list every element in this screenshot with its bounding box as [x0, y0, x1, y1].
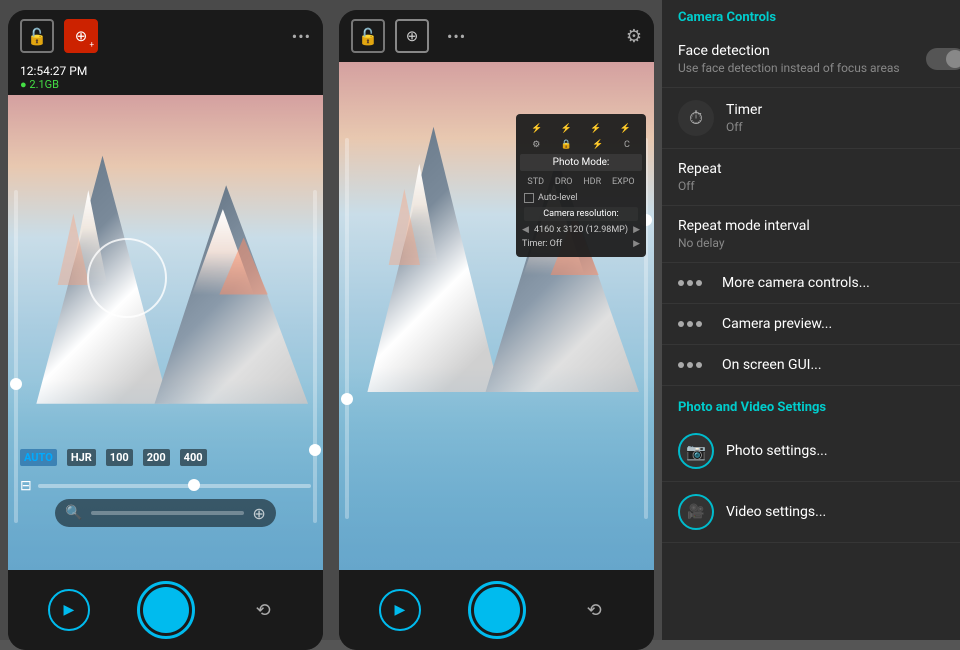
dropdown-tabs: ⚡ ⚡ ⚡ ⚡ — [516, 120, 646, 138]
zoom-slider[interactable] — [91, 511, 245, 515]
zoom-bar[interactable]: 🔍 ⊕ — [55, 499, 276, 527]
resolution-row[interactable]: ◀ 4160 x 3120 (12.98MP) ▶ — [516, 223, 646, 237]
exposure-icon-2[interactable]: ⊕ — [395, 19, 429, 53]
face-detection-text: Face detection Use face detection instea… — [678, 43, 914, 75]
top-bar-1: 🔓 ⊕ + ••• — [8, 10, 323, 62]
video-settings-item[interactable]: 🎥 Video settings... — [662, 482, 960, 543]
iso-bar: AUTO HJR 100 200 400 — [8, 449, 323, 466]
more-controls-dots — [678, 280, 702, 286]
shutter-inner-1 — [143, 587, 189, 633]
repeat-text: Repeat Off — [678, 161, 960, 193]
camera-resolution-label: Camera resolution: — [524, 207, 638, 221]
repeat-title: Repeat — [678, 161, 960, 177]
zoom-in-icon: ⊕ — [252, 504, 265, 523]
timer-text: Timer Off — [726, 102, 960, 134]
exposure-left-icon: ⊟ — [20, 478, 32, 494]
photo-settings-icon: 📷 — [678, 433, 714, 469]
vert-thumb-2-left[interactable] — [341, 393, 353, 405]
section-header-photo-video: Photo and Video Settings — [662, 386, 960, 421]
exposure-slider[interactable] — [38, 484, 311, 488]
settings-panel: Camera Controls Face detection Use face … — [662, 0, 960, 640]
auto-level-row[interactable]: Auto-level — [516, 191, 646, 205]
more-icon-1[interactable]: ••• — [292, 27, 311, 46]
vert-slider-2-left[interactable] — [345, 138, 349, 519]
focus-circle — [87, 238, 167, 318]
dropdown-mode-tabs[interactable]: STD DRO HDR EXPO — [516, 173, 646, 191]
photo-settings-label[interactable]: Photo settings... — [726, 443, 828, 459]
iso-100[interactable]: 100 — [106, 449, 133, 466]
iso-hjr[interactable]: HJR — [67, 449, 96, 466]
camera-view-1[interactable]: AUTO HJR 100 200 400 ⊟ 🔍 ⊕ — [8, 95, 323, 570]
timer-icon: ⏱ — [678, 100, 714, 136]
camera-preview-label[interactable]: Camera preview... — [722, 316, 832, 332]
exposure-icon-1[interactable]: ⊕ + — [64, 19, 98, 53]
top-bar-2: 🔓 ⊕ ••• ⚙ — [339, 10, 654, 62]
shutter-button-1[interactable] — [137, 581, 195, 639]
time-display: 12:54:27 PM — [20, 64, 311, 78]
shutter-inner-2 — [474, 587, 520, 633]
resolution-value: 4160 x 3120 (12.98MP) — [534, 225, 628, 235]
on-screen-gui-item[interactable]: On screen GUI... — [662, 345, 960, 386]
timer-title: Timer — [726, 102, 960, 118]
iso-200[interactable]: 200 — [143, 449, 170, 466]
repeat-interval-value: No delay — [678, 236, 960, 250]
more-controls-item[interactable]: More camera controls... — [662, 263, 960, 304]
photo-settings-item[interactable]: 📷 Photo settings... — [662, 421, 960, 482]
repeat-interval-title: Repeat mode interval — [678, 218, 960, 234]
face-detection-subtitle: Use face detection instead of focus area… — [678, 61, 914, 75]
lock-icon-2[interactable]: 🔓 — [351, 19, 385, 53]
phone-panel-2: 🔓 ⊕ ••• ⚙ — [339, 10, 654, 650]
camera-view-2[interactable]: ⚡ ⚡ ⚡ ⚡ ⚙ 🔒 ⚡ C Photo Mode: STD DRO — [339, 62, 654, 570]
timer-item[interactable]: ⏱ Timer Off — [662, 88, 960, 149]
face-detection-item[interactable]: Face detection Use face detection instea… — [662, 31, 960, 88]
dropdown-panel: ⚡ ⚡ ⚡ ⚡ ⚙ 🔒 ⚡ C Photo Mode: STD DRO — [516, 114, 646, 257]
auto-level-checkbox[interactable] — [524, 193, 534, 203]
iso-auto[interactable]: AUTO — [20, 449, 57, 466]
toggle-knob-face — [946, 50, 960, 68]
mode-icons-row: ⚙ 🔒 ⚡ C — [516, 138, 646, 152]
video-settings-icon: 🎥 — [678, 494, 714, 530]
status-bar-1: 12:54:27 PM ● 2.1GB — [8, 62, 323, 95]
iso-400[interactable]: 400 — [180, 449, 207, 466]
photo-mode-label: Photo Mode: — [520, 154, 642, 171]
repeat-interval-item[interactable]: Repeat mode interval No delay — [662, 206, 960, 263]
vert-slider-left[interactable] — [14, 190, 18, 523]
camera-preview-dots — [678, 321, 702, 327]
repeat-item[interactable]: Repeat Off — [662, 149, 960, 206]
bottom-controls-2: ▶ ⟲ — [339, 570, 654, 650]
video-button-2[interactable]: ▶ — [379, 589, 421, 631]
timer-label: Timer: Off — [522, 239, 562, 249]
face-detection-title: Face detection — [678, 43, 914, 59]
timer-row[interactable]: Timer: Off ▶ — [516, 237, 646, 251]
bottom-controls-1: ▶ ⟲ — [8, 570, 323, 650]
timer-value: Off — [726, 120, 960, 134]
auto-level-label: Auto-level — [538, 193, 577, 203]
repeat-interval-text: Repeat mode interval No delay — [678, 218, 960, 250]
gear-icon-2[interactable]: ⚙ — [626, 26, 642, 47]
vert-thumb-1[interactable] — [309, 444, 321, 456]
more-icon-2[interactable]: ••• — [447, 27, 466, 46]
vert-thumb-left[interactable] — [10, 378, 22, 390]
video-settings-label[interactable]: Video settings... — [726, 504, 826, 520]
repeat-value: Off — [678, 179, 960, 193]
face-detection-toggle[interactable] — [926, 48, 960, 70]
zoom-out-icon: 🔍 — [65, 505, 82, 521]
on-screen-gui-dots — [678, 362, 702, 368]
shutter-button-2[interactable] — [468, 581, 526, 639]
section-header-camera: Camera Controls — [662, 0, 960, 31]
camera-preview-item[interactable]: Camera preview... — [662, 304, 960, 345]
video-button-1[interactable]: ▶ — [48, 589, 90, 631]
vert-slider-1[interactable] — [313, 190, 317, 523]
storage-display: ● 2.1GB — [20, 78, 311, 91]
on-screen-gui-label[interactable]: On screen GUI... — [722, 357, 822, 373]
phone-panel-1: 🔓 ⊕ + ••• 12:54:27 PM ● 2.1GB — [8, 10, 323, 650]
lock-icon-1[interactable]: 🔓 — [20, 19, 54, 53]
more-controls-label[interactable]: More camera controls... — [722, 275, 870, 291]
exposure-row: ⊟ — [8, 478, 323, 494]
flip-camera-button-2[interactable]: ⟲ — [574, 590, 614, 630]
flip-camera-button-1[interactable]: ⟲ — [243, 590, 283, 630]
